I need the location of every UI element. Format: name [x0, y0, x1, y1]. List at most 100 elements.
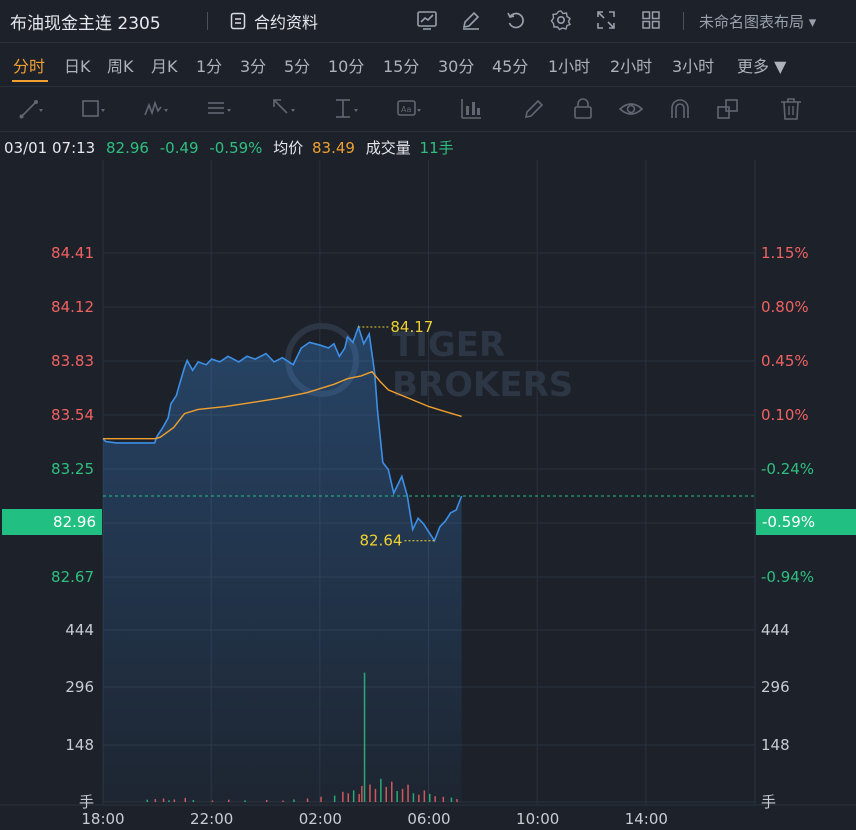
volume-bar [401, 788, 404, 802]
layout-dropdown[interactable]: 未命名图表布局 ▾ [699, 11, 816, 32]
drawing-toolbar: Aa [0, 86, 856, 132]
trendline-icon[interactable] [18, 96, 44, 122]
price-tick-label: 83.54 [51, 406, 94, 424]
measure-icon[interactable] [333, 96, 359, 122]
tab-1hour[interactable]: 1小时 [548, 53, 590, 77]
volume-bar [434, 796, 436, 802]
refresh-icon[interactable] [505, 9, 527, 31]
volume-bar [333, 795, 336, 802]
pct-tick-label: 1.15% [761, 244, 809, 262]
volume-bar [456, 799, 458, 802]
price-tick-label: 84.12 [51, 298, 94, 316]
layout-label: 未命名图表布局 [699, 13, 805, 31]
tab-weekly[interactable]: 周K [107, 53, 134, 77]
current-pct-tag: -0.59% [756, 509, 856, 535]
volume-tick-label: 444 [761, 621, 790, 639]
tab-5min[interactable]: 5分 [284, 53, 310, 77]
rectangle-icon[interactable] [80, 96, 106, 122]
volume-value: 11手 [419, 139, 454, 157]
tab-2hour[interactable]: 2小时 [610, 53, 652, 77]
layout-separator [683, 12, 684, 30]
tab-15min[interactable]: 15分 [383, 53, 419, 77]
pattern-icon[interactable] [143, 96, 169, 122]
tab-30min[interactable]: 30分 [438, 53, 474, 77]
price-tick-label: 82.67 [51, 568, 94, 586]
price-tick-label: 83.25 [51, 460, 94, 478]
arrow-icon[interactable] [270, 96, 296, 122]
volume-bar [173, 799, 176, 802]
text-icon[interactable]: Aa [396, 96, 422, 122]
contract-info-button[interactable]: 合约资料 [229, 9, 318, 33]
volume-tick-label: 148 [761, 736, 790, 754]
tab-monthly[interactable]: 月K [151, 53, 178, 77]
period-tabs: 分时 日K 周K 月K 1分 3分 5分 10分 15分 30分 45分 1小时… [0, 43, 856, 85]
svg-text:Aa: Aa [401, 105, 411, 114]
time-tick-label: 06:00 [407, 810, 450, 828]
volume-bar [369, 784, 371, 802]
title-separator [207, 12, 208, 30]
instrument-title: 布油现金主连 2305 [10, 14, 161, 34]
indicator-icon[interactable] [458, 96, 484, 122]
volume-bar [192, 800, 195, 802]
chevron-down-icon: ▾ [808, 13, 817, 31]
layers-icon[interactable] [715, 96, 741, 122]
volume-bar [442, 796, 445, 802]
magnet-icon[interactable] [667, 96, 693, 122]
volume-label: 成交量 [365, 139, 411, 157]
tab-intraday[interactable]: 分时 [13, 53, 45, 77]
chart-settings-icon[interactable] [416, 9, 438, 31]
volume-bar [282, 800, 284, 802]
high-label: 84.17 [390, 318, 433, 336]
edit-icon[interactable] [460, 9, 482, 31]
volume-bar [374, 788, 377, 802]
volume-bar [244, 800, 246, 802]
lock-icon[interactable] [570, 96, 596, 122]
time-tick-label: 02:00 [299, 810, 342, 828]
volume-bar [358, 793, 360, 802]
volume-tick-label: 296 [761, 678, 790, 696]
tab-3min[interactable]: 3分 [240, 53, 266, 77]
volume-bar [306, 798, 309, 802]
avg-price-value: 83.49 [312, 139, 355, 157]
tab-1min[interactable]: 1分 [196, 53, 222, 77]
volume-bar [211, 800, 214, 802]
volume-bar [450, 797, 453, 802]
volume-bar [154, 799, 157, 802]
tab-45min[interactable]: 45分 [492, 53, 528, 77]
document-icon [230, 12, 246, 30]
current-price-tag: 82.96 [2, 509, 102, 535]
volume-tick-label: 手 [761, 793, 776, 811]
time-tick-label: 14:00 [625, 810, 668, 828]
pct-tick-label: -0.24% [761, 460, 814, 478]
grid-icon[interactable] [640, 9, 662, 31]
time-tick-label: 22:00 [190, 810, 233, 828]
eye-icon[interactable] [618, 96, 644, 122]
pen-icon[interactable] [521, 96, 547, 122]
pct-tick-label: 0.45% [761, 352, 809, 370]
active-tab-underline [12, 80, 48, 82]
pct-tick-label: 0.80% [761, 298, 809, 316]
fib-icon[interactable] [206, 96, 232, 122]
trash-icon[interactable] [778, 96, 804, 122]
volume-bar [342, 791, 344, 802]
volume-bar [266, 800, 268, 802]
fullscreen-icon[interactable] [595, 9, 617, 31]
tab-10min[interactable]: 10分 [328, 53, 364, 77]
tab-daily[interactable]: 日K [64, 53, 91, 77]
tab-more-label: 更多 [737, 57, 770, 76]
quote-price: 82.96 [106, 139, 149, 157]
time-tick-label: 18:00 [81, 810, 124, 828]
time-tick-label: 10:00 [516, 810, 559, 828]
contract-info-label: 合约资料 [254, 13, 319, 32]
pct-tick-label: 0.10% [761, 406, 809, 424]
quote-change-pct: -0.59% [209, 139, 263, 157]
intraday-chart[interactable]: TIGERBROKERS 84.1782.64 84.4184.1283.838… [0, 160, 856, 830]
gear-icon[interactable] [550, 9, 572, 31]
quote-datetime: 03/01 07:13 [4, 139, 96, 157]
volume-bar [407, 784, 409, 802]
volume-bar [361, 786, 363, 802]
tab-3hour[interactable]: 3小时 [672, 53, 714, 77]
price-tick-label: 83.83 [51, 352, 94, 370]
tab-more[interactable]: 更多 ▼ [737, 53, 786, 77]
volume-bar [418, 794, 420, 802]
